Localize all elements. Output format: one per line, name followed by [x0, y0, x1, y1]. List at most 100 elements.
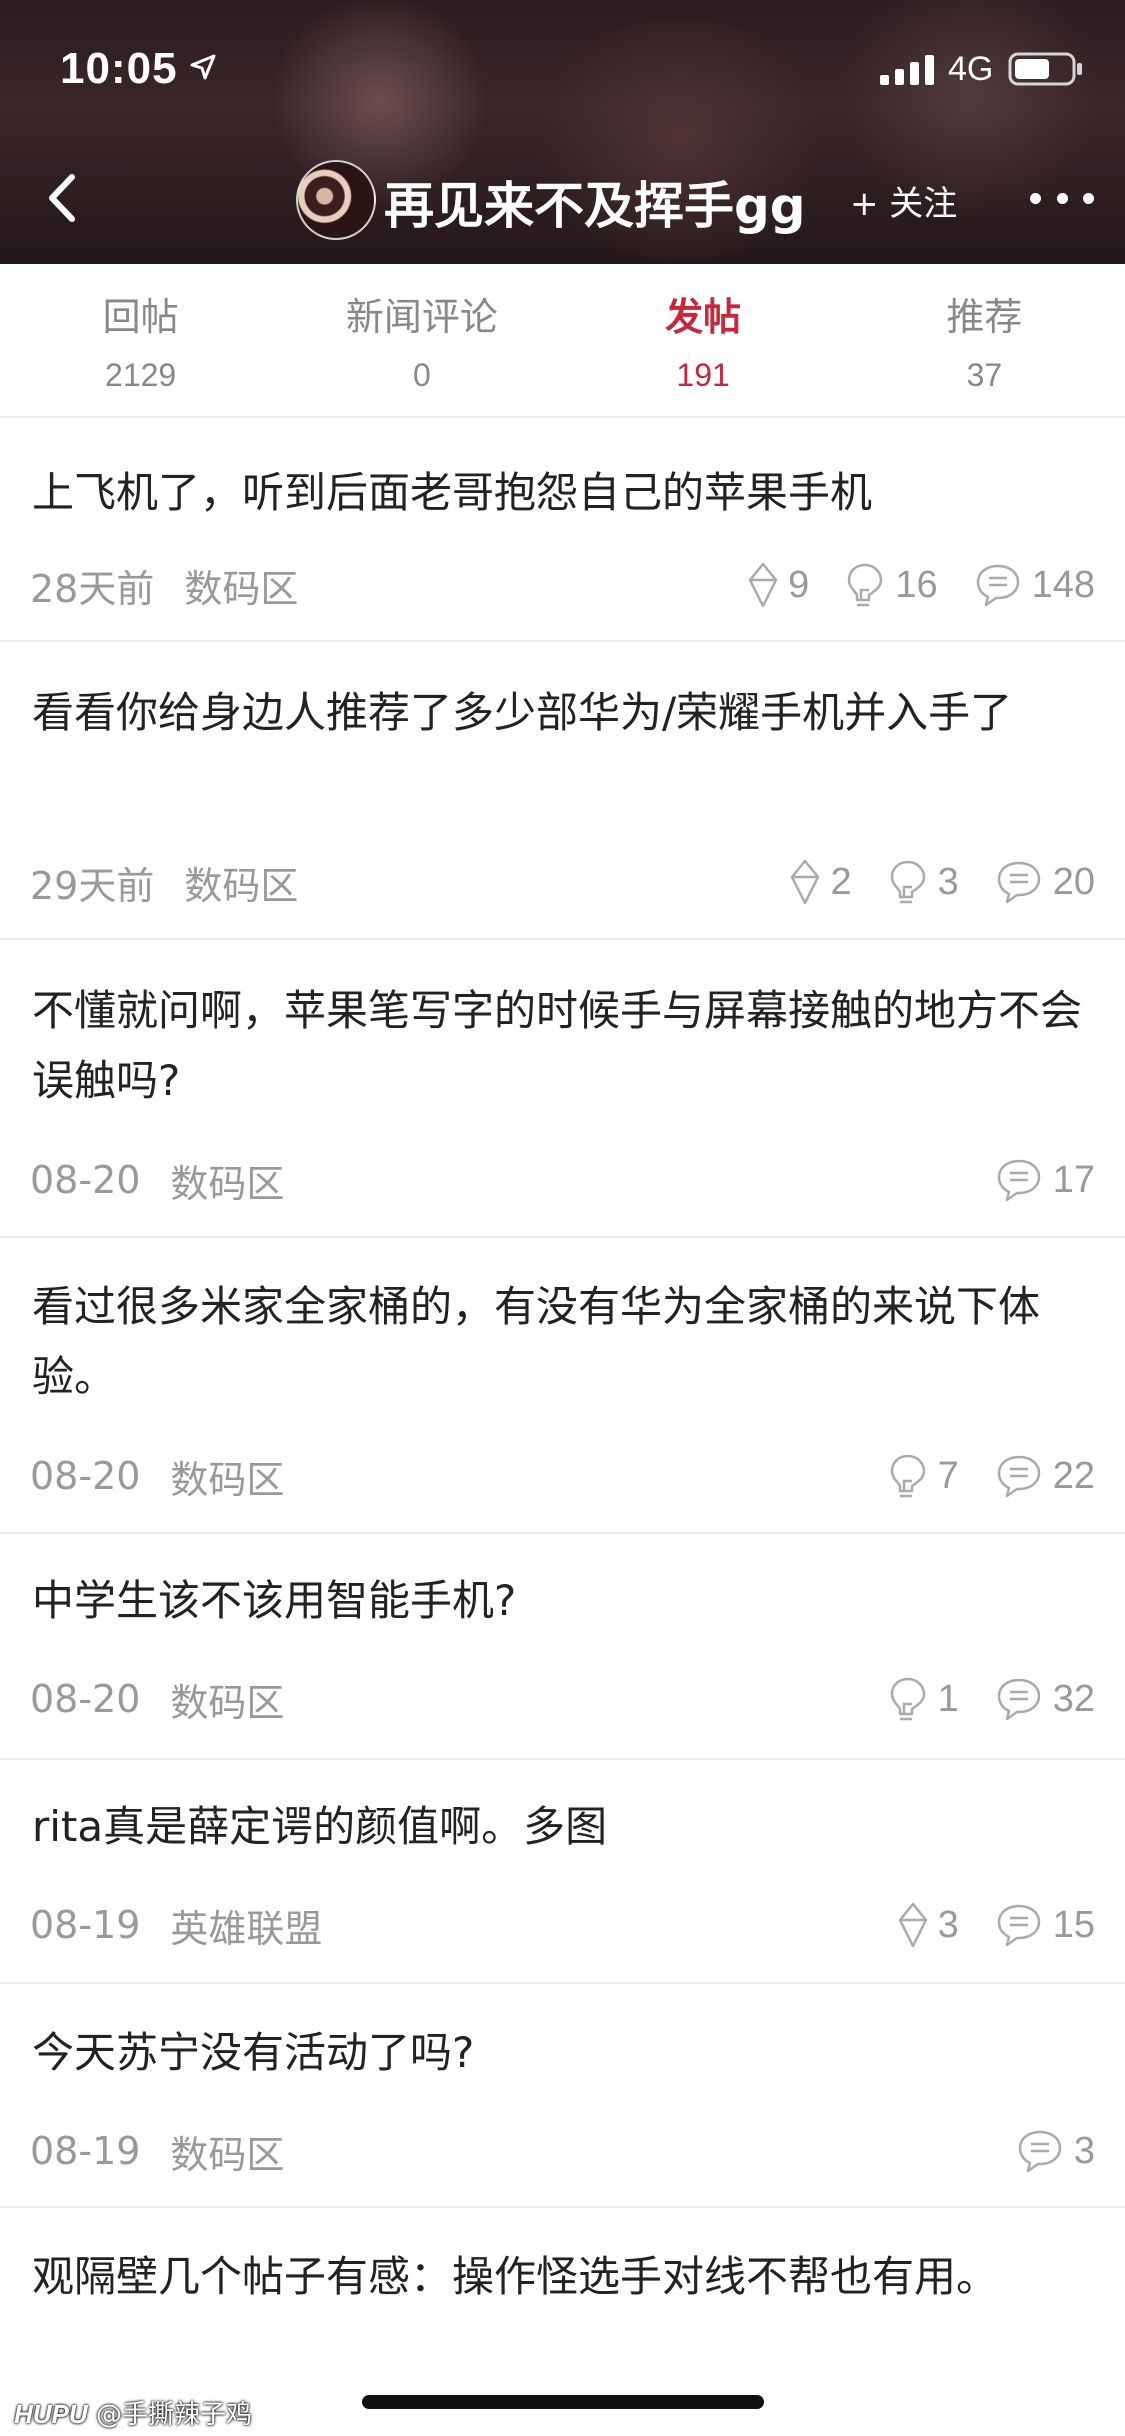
battery-icon: [1008, 52, 1082, 86]
post-time: 08-19: [30, 1903, 141, 1947]
post-board: 数码区: [170, 2132, 285, 2177]
user-name: 再见来不及挥手gg: [384, 177, 806, 235]
post-title: 看看你给身边人推荐了多少部华为/荣耀手机并入手了: [32, 688, 1013, 737]
profile-tabs: 回帖 2129 新闻评论 0 发帖 191 推荐 37: [0, 264, 1125, 418]
reply-count: 3: [1073, 2129, 1095, 2172]
tab-count: 37: [966, 357, 1003, 393]
light-count: 16: [895, 563, 938, 606]
tab-recommend[interactable]: 推荐 37: [844, 264, 1125, 416]
watermark-handle: @手撕辣子鸡: [95, 2400, 252, 2430]
like-stat: 9: [748, 562, 809, 608]
chevron-left-icon: [49, 174, 75, 222]
more-dots-icon: [1030, 192, 1041, 204]
comment-bubble-icon: [997, 1159, 1040, 1202]
light-stat: 3: [888, 859, 959, 905]
back-button[interactable]: [34, 166, 90, 230]
post-title: 看过很多米家全家桶的，有没有华为全家桶的来说下体验。: [32, 1282, 1041, 1401]
like-count: 9: [788, 563, 810, 606]
comment-bubble-icon: [1018, 2130, 1062, 2173]
post-title: 今天苏宁没有活动了吗?: [32, 2028, 475, 2077]
reply-count: 22: [1052, 1454, 1095, 1497]
recommend-diamond-icon: [791, 859, 820, 905]
post-board: 数码区: [184, 566, 299, 611]
post-item[interactable]: rita真是薛定谔的颜值啊。多图 08-19 英雄联盟 3 15: [0, 1760, 1125, 1984]
like-count: 2: [830, 860, 852, 903]
comment-bubble-icon: [997, 1455, 1040, 1498]
follow-button[interactable]: + 关注: [850, 176, 957, 225]
profile-header: 10:05 4G 再见来不及挥手gg + 关注: [0, 0, 1125, 264]
post-board: 数码区: [170, 1161, 285, 1206]
tab-label: 回帖: [102, 295, 179, 339]
cellular-signal-icon: [880, 55, 934, 85]
post-title: rita真是薛定谔的颜值啊。多图: [32, 1802, 608, 1851]
home-indicator[interactable]: [362, 2395, 764, 2409]
reply-stat: 15: [995, 1902, 1095, 1948]
tab-label: 推荐: [946, 295, 1023, 339]
light-stat: 16: [845, 562, 938, 608]
network-type: 4G: [948, 50, 994, 88]
tab-label: 新闻评论: [345, 295, 498, 339]
light-count: 7: [937, 1454, 959, 1497]
post-title: 中学生该不该用智能手机?: [32, 1576, 517, 1625]
post-time: 08-19: [30, 2129, 141, 2173]
reply-count: 148: [1031, 563, 1095, 606]
app-screen: 10:05 4G 再见来不及挥手gg + 关注 回帖 2129 新闻评论 0 发…: [0, 0, 1125, 2436]
lightbulb-icon: [890, 1677, 925, 1721]
post-item[interactable]: 看过很多米家全家桶的，有没有华为全家桶的来说下体验。 08-20 数码区 7 2…: [0, 1238, 1125, 1534]
post-title: 上飞机了，听到后面老哥抱怨自己的苹果手机: [32, 468, 873, 517]
post-board: 英雄联盟: [170, 1906, 323, 1951]
post-meta: 08-19 英雄联盟 3 15: [30, 1900, 1095, 1951]
reply-count: 32: [1052, 1677, 1095, 1720]
post-title: 不懂就问啊，苹果笔写字的时候手与屏幕接触的地方不会误触吗?: [32, 986, 1083, 1105]
reply-stat: 148: [974, 562, 1095, 608]
tab-count: 191: [676, 357, 730, 393]
reply-stat: 32: [995, 1676, 1095, 1722]
post-meta: 08-20 数码区 17: [30, 1155, 1095, 1206]
like-stat: 3: [898, 1902, 959, 1948]
reply-count: 17: [1052, 1158, 1095, 1201]
post-meta: 08-20 数码区 7 22: [30, 1451, 1095, 1502]
post-board: 数码区: [170, 1680, 285, 1725]
tab-count: 0: [412, 357, 431, 393]
post-meta: 29天前 数码区 2 3 20: [30, 857, 1095, 908]
watermark-brand: HUPU: [14, 2399, 88, 2429]
lightbulb-icon: [890, 1454, 925, 1498]
post-time: 29天前: [30, 863, 155, 908]
post-item[interactable]: 看看你给身边人推荐了多少部华为/荣耀手机并入手了 29天前 数码区 2 3 20: [0, 642, 1125, 940]
lightbulb-icon: [848, 563, 883, 607]
reply-count: 15: [1052, 1903, 1095, 1946]
light-stat: 7: [888, 1453, 959, 1499]
post-time: 08-20: [30, 1158, 141, 1202]
post-item[interactable]: 不懂就问啊，苹果笔写字的时候手与屏幕接触的地方不会误触吗? 08-20 数码区 …: [0, 940, 1125, 1238]
more-button[interactable]: [1030, 180, 1094, 216]
post-item[interactable]: 上飞机了，听到后面老哥抱怨自己的苹果手机 28天前 数码区 9 16 148: [0, 418, 1125, 642]
post-meta: 08-19 数码区 3: [30, 2126, 1095, 2177]
post-board: 数码区: [184, 863, 299, 908]
reply-stat: 17: [995, 1157, 1095, 1203]
reply-stat: 20: [995, 859, 1095, 905]
reply-stat: 22: [995, 1453, 1095, 1499]
post-board: 数码区: [170, 1457, 285, 1502]
comment-bubble-icon: [997, 1904, 1040, 1947]
tab-replies[interactable]: 回帖 2129: [0, 264, 281, 416]
post-item[interactable]: 中学生该不该用智能手机? 08-20 数码区 1 32: [0, 1534, 1125, 1760]
tab-news-comments[interactable]: 新闻评论 0: [281, 264, 562, 416]
like-stat: 2: [790, 859, 852, 905]
light-count: 1: [937, 1677, 959, 1720]
post-time: 08-20: [30, 1454, 141, 1498]
comment-bubble-icon: [976, 564, 1019, 607]
post-title: 观隔壁几个帖子有感：操作怪选手对线不帮也有用。: [32, 2252, 999, 2301]
avatar[interactable]: [296, 160, 376, 240]
post-time: 28天前: [30, 566, 155, 611]
light-stat: 1: [888, 1676, 959, 1722]
recommend-diamond-icon: [898, 1902, 927, 1948]
post-meta: 08-20 数码区 1 32: [30, 1674, 1095, 1725]
post-time: 08-20: [30, 1677, 141, 1721]
reply-stat: 3: [1016, 2128, 1095, 2174]
comment-bubble-icon: [997, 1678, 1040, 1721]
tab-posts[interactable]: 发帖 191: [563, 264, 844, 416]
post-item[interactable]: 今天苏宁没有活动了吗? 08-19 数码区 3: [0, 1984, 1125, 2208]
lightbulb-icon: [890, 860, 925, 904]
tab-label: 发帖: [665, 295, 742, 339]
reply-count: 20: [1052, 860, 1095, 903]
